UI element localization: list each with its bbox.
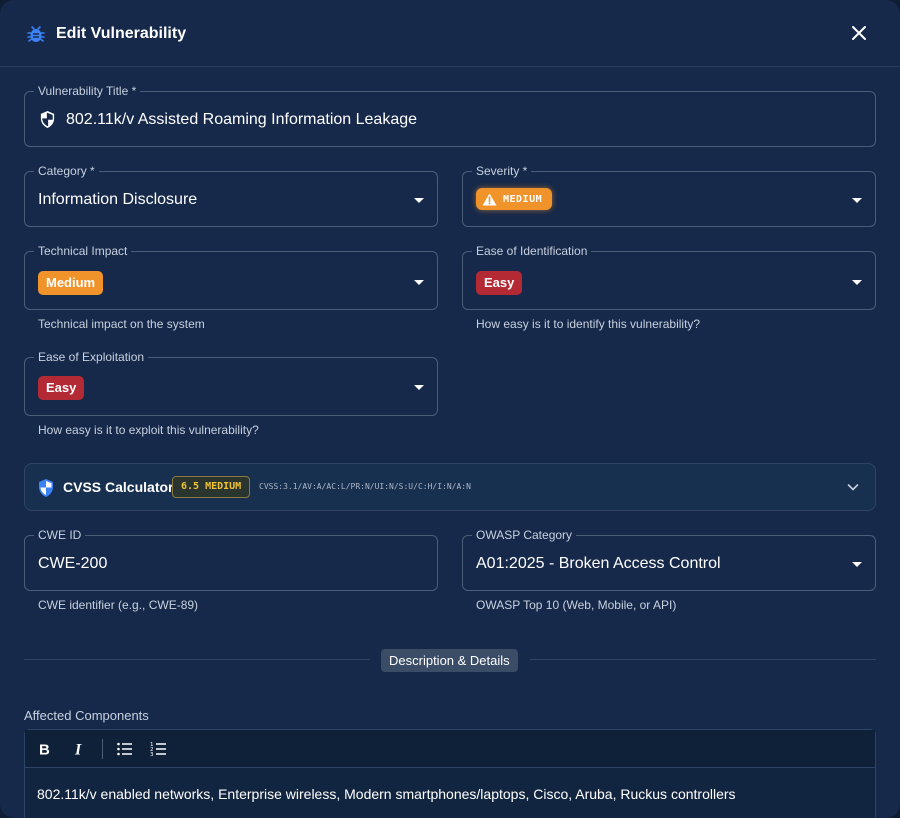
vulnerability-title-value: 802.11k/v Assisted Roaming Information L…	[66, 111, 418, 128]
owasp-category-select[interactable]: OWASP Category A01:2025 - Broken Access …	[462, 527, 876, 591]
close-icon[interactable]	[848, 22, 870, 44]
bulleted-list-icon[interactable]	[115, 739, 135, 759]
affected-components-text: 802.11k/v enabled networks, Enterprise w…	[37, 786, 736, 802]
severity-badge: MEDIUM	[476, 188, 553, 210]
ease-of-exploitation-label: Ease of Exploitation	[34, 349, 149, 365]
ease-of-identification-helper: How easy is it to identify this vulnerab…	[476, 317, 701, 331]
technical-impact-badge: Medium	[38, 271, 104, 295]
dialog-title: Edit Vulnerability	[56, 25, 187, 42]
technical-impact-select[interactable]: Technical Impact Medium	[24, 243, 438, 310]
editor-toolbar: B I 1 2 3	[25, 730, 875, 768]
cwe-id-field[interactable]: CWE ID CWE-200	[24, 527, 438, 591]
divider	[530, 659, 876, 660]
chevron-down-icon	[414, 198, 424, 203]
owasp-category-label: OWASP Category	[472, 527, 577, 543]
severity-select[interactable]: Severity * MEDIUM	[462, 163, 876, 227]
svg-text:3: 3	[150, 752, 154, 758]
chevron-down-icon	[414, 280, 424, 285]
cwe-id-value: CWE-200	[38, 555, 108, 572]
ease-of-exploitation-helper: How easy is it to exploit this vulnerabi…	[38, 423, 259, 437]
cwe-id-label: CWE ID	[34, 527, 86, 543]
ease-of-identification-label: Ease of Identification	[472, 243, 592, 259]
chevron-down-icon	[852, 198, 862, 203]
technical-impact-helper: Technical impact on the system	[38, 317, 205, 331]
technical-impact-label: Technical Impact	[34, 243, 132, 259]
cwe-id-helper: CWE identifier (e.g., CWE-89)	[38, 598, 199, 612]
cvss-score-badge: 6.5 MEDIUM	[172, 476, 251, 498]
svg-text:B: B	[39, 742, 50, 759]
warning-icon	[482, 192, 497, 206]
ease-of-identification-badge: Easy	[476, 271, 523, 295]
severity-label: Severity *	[472, 163, 532, 179]
owasp-category-value: A01:2025 - Broken Access Control	[476, 555, 721, 572]
ease-of-exploitation-badge: Easy	[38, 376, 85, 400]
toolbar-separator	[102, 739, 103, 759]
affected-components-label: Affected Components	[24, 708, 149, 723]
chevron-down-icon	[414, 385, 424, 390]
svg-text:I: I	[74, 742, 82, 759]
numbered-list-icon[interactable]: 1 2 3	[149, 739, 169, 759]
divider	[24, 659, 370, 660]
ease-of-identification-select[interactable]: Ease of Identification Easy	[462, 243, 876, 310]
cvss-calculator-accordion[interactable]: CVSS Calculator 6.5 MEDIUM CVSS:3.1/AV:A…	[24, 463, 876, 511]
category-value: Information Disclosure	[38, 191, 198, 208]
affected-components-editor[interactable]: B I 1 2 3 802.11k/v enabled networks, En…	[24, 729, 876, 818]
category-label: Category *	[34, 163, 99, 179]
chevron-down-icon	[852, 562, 862, 567]
italic-icon[interactable]: I	[69, 739, 89, 759]
bug-icon	[27, 26, 45, 42]
edit-vulnerability-dialog: Edit Vulnerability Vulnerability Title *…	[0, 0, 900, 818]
chevron-down-icon	[847, 484, 859, 491]
dialog-header: Edit Vulnerability	[0, 0, 900, 67]
shield-icon	[39, 479, 53, 497]
section-heading: Description & Details	[381, 649, 518, 672]
shield-icon	[40, 111, 55, 128]
owasp-category-helper: OWASP Top 10 (Web, Mobile, or API)	[476, 598, 677, 612]
cvss-title: CVSS Calculator	[63, 479, 174, 495]
category-select[interactable]: Category * Information Disclosure	[24, 163, 438, 227]
bold-icon[interactable]: B	[34, 739, 54, 759]
vulnerability-title-label: Vulnerability Title *	[34, 83, 141, 99]
severity-value: MEDIUM	[503, 193, 543, 205]
vulnerability-title-field[interactable]: Vulnerability Title * 802.11k/v Assisted…	[24, 83, 876, 147]
ease-of-exploitation-select[interactable]: Ease of Exploitation Easy	[24, 349, 438, 416]
chevron-down-icon	[852, 280, 862, 285]
cvss-vector: CVSS:3.1/AV:A/AC:L/PR:N/UI:N/S:U/C:H/I:N…	[259, 482, 471, 491]
